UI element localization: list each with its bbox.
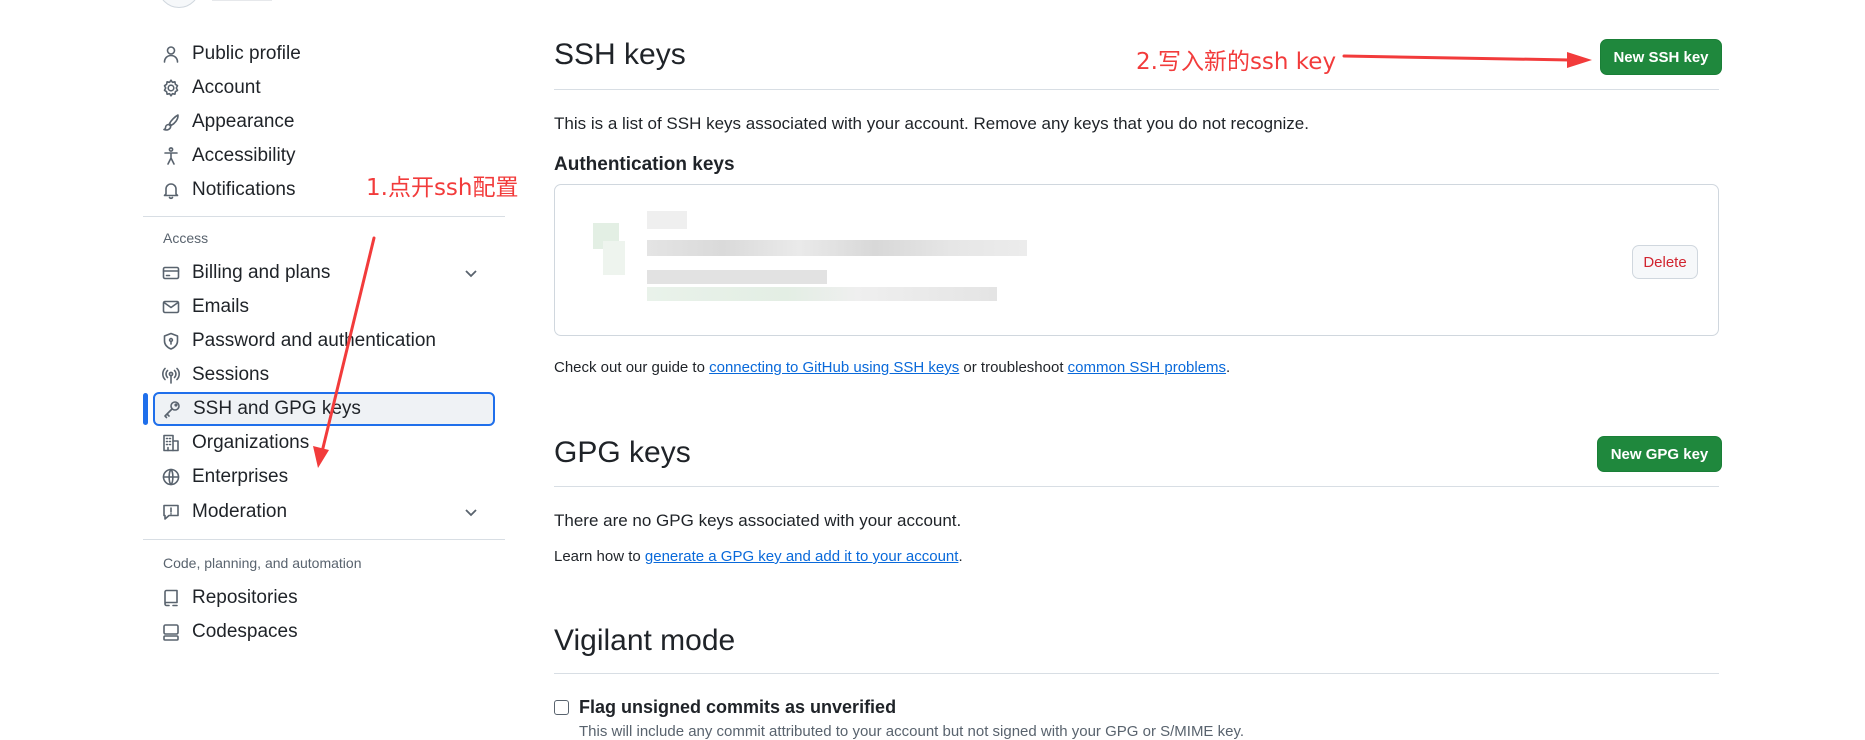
vigilant-help-text: This will include any commit attributed … [579, 723, 1245, 740]
person-icon [160, 43, 182, 65]
sidebar-section-access: Access [163, 230, 209, 246]
sidebar-item-password-authentication[interactable]: Password and authentication [154, 324, 494, 358]
guide-text: Check out our guide to [554, 359, 710, 376]
flag-unsigned-checkbox[interactable] [554, 700, 569, 715]
paintbrush-icon [160, 111, 182, 133]
sidebar-item-sessions[interactable]: Sessions [154, 358, 494, 392]
gpg-learn-text: Learn how to generate a GPG key and add … [554, 548, 963, 565]
sidebar-item-label: Sessions [192, 364, 270, 385]
credit-card-icon [160, 262, 182, 284]
mail-icon [160, 296, 182, 318]
authentication-keys-title: Authentication keys [554, 154, 735, 175]
chevron-down-icon[interactable] [462, 264, 480, 282]
sidebar-divider [143, 216, 505, 217]
ssh-key-item: Delete [554, 184, 1719, 336]
sidebar-divider [143, 539, 505, 540]
vigilant-mode-title: Vigilant mode [554, 624, 736, 657]
sidebar-item-label: Organizations [192, 432, 310, 453]
sidebar-item-organizations[interactable]: Organizations [154, 426, 494, 460]
new-gpg-key-button[interactable]: New GPG key [1597, 436, 1722, 472]
sidebar-item-enterprises[interactable]: Enterprises [154, 460, 494, 494]
globe-icon [160, 466, 182, 488]
sidebar-item-ssh-gpg-keys[interactable]: SSH and GPG keys [153, 392, 495, 426]
organization-icon [160, 432, 182, 454]
chevron-down-icon[interactable] [462, 503, 480, 521]
sidebar-item-label: Account [192, 77, 261, 98]
sidebar-section-code: Code, planning, and automation [163, 555, 362, 571]
gpg-keys-title: GPG keys [554, 436, 691, 469]
ssh-description: This is a list of SSH keys associated wi… [554, 114, 1309, 133]
sidebar-item-label: SSH and GPG keys [193, 398, 361, 419]
sidebar-item-label: Accessibility [192, 145, 296, 166]
delete-ssh-key-button[interactable]: Delete [1632, 245, 1698, 279]
gear-icon [160, 77, 182, 99]
sidebar-item-moderation[interactable]: Moderation [154, 495, 494, 529]
sidebar-item-label: Billing and plans [192, 262, 331, 283]
sidebar-item-label: Password and authentication [192, 330, 436, 351]
sidebar-item-emails[interactable]: Emails [154, 290, 494, 324]
broadcast-icon [160, 364, 182, 386]
username-stub [212, 0, 272, 1]
codespaces-icon [160, 621, 182, 643]
annotation-step2: 2.写入新的ssh key [1136, 49, 1337, 75]
sidebar-item-codespaces[interactable]: Codespaces [154, 615, 494, 649]
redacted-block [647, 211, 687, 229]
avatar [158, 0, 200, 8]
accessibility-icon [160, 145, 182, 167]
selected-indicator [143, 393, 148, 425]
sidebar-item-label: Codespaces [192, 621, 298, 642]
sidebar-item-label: Moderation [192, 501, 288, 522]
gpg-empty-text: There are no GPG keys associated with yo… [554, 511, 962, 530]
key-icon [161, 398, 183, 420]
section-divider [554, 486, 1719, 487]
ssh-guide-text: Check out our guide to connecting to Git… [554, 359, 1230, 376]
section-divider [554, 673, 1719, 674]
flag-unsigned-label[interactable]: Flag unsigned commits as unverified [579, 697, 896, 718]
sidebar-item-label: Notifications [192, 179, 296, 200]
key-title-redacted [647, 240, 1027, 256]
sidebar-item-appearance[interactable]: Appearance [154, 105, 494, 139]
sidebar-item-public-profile[interactable]: Public profile [154, 37, 494, 71]
section-divider [554, 89, 1719, 90]
key-fingerprint-redacted [647, 270, 827, 284]
annotation-step1: 1.点开ssh配置 [366, 175, 519, 201]
bell-icon [160, 179, 182, 201]
sidebar-item-label: Emails [192, 296, 250, 317]
new-ssh-key-button[interactable]: New SSH key [1600, 39, 1722, 75]
learn-text: . [958, 548, 963, 565]
sidebar-item-label: Repositories [192, 587, 298, 608]
ssh-problems-link[interactable]: common SSH problems [1068, 359, 1226, 376]
learn-text: Learn how to [554, 548, 645, 565]
guide-text: . [1226, 359, 1231, 376]
sidebar-item-billing[interactable]: Billing and plans [154, 256, 494, 290]
key-date-redacted [647, 287, 997, 301]
repo-icon [160, 587, 182, 609]
redacted-block [603, 241, 625, 275]
shield-lock-icon [160, 330, 182, 352]
report-icon [160, 501, 182, 523]
gpg-learn-link[interactable]: generate a GPG key and add it to your ac… [645, 548, 959, 565]
ssh-guide-link[interactable]: connecting to GitHub using SSH keys [709, 359, 959, 376]
arrow-to-new-ssh-button [1342, 52, 1592, 68]
sidebar-item-label: Enterprises [192, 466, 289, 487]
ssh-keys-title: SSH keys [554, 38, 686, 71]
sidebar-item-label: Appearance [192, 111, 295, 132]
sidebar-item-repositories[interactable]: Repositories [154, 581, 494, 615]
guide-text: or troubleshoot [959, 359, 1068, 376]
sidebar-item-label: Public profile [192, 43, 301, 64]
sidebar-item-account[interactable]: Account [154, 71, 494, 105]
